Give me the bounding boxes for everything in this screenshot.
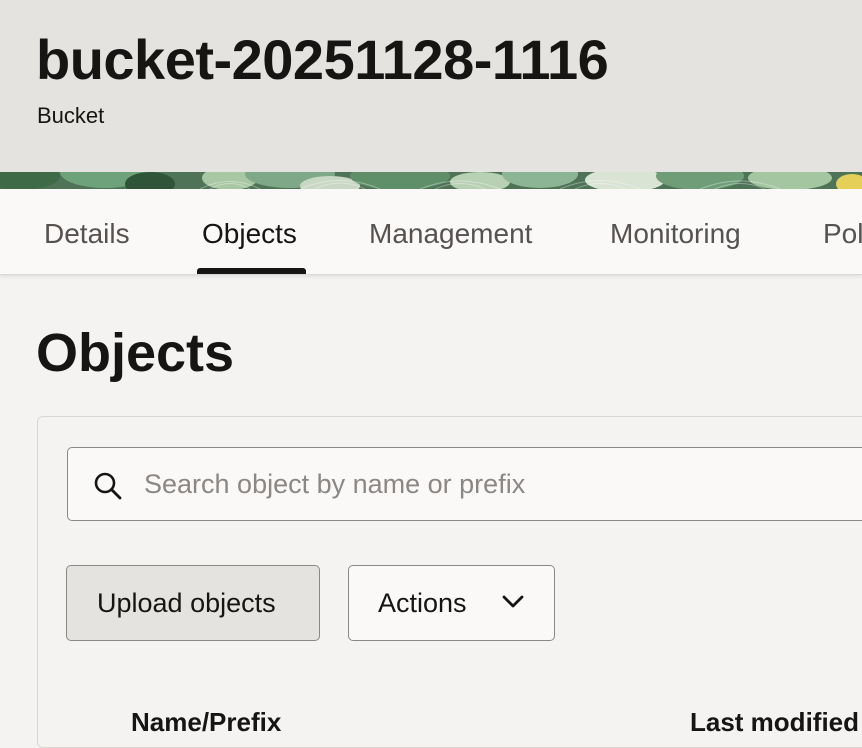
decorative-banner — [0, 172, 862, 189]
chevron-down-icon — [502, 595, 524, 608]
bucket-type-label: Bucket — [37, 103, 105, 128]
tab-monitoring[interactable]: Monitoring — [610, 217, 741, 251]
upload-objects-label: Upload objects — [97, 588, 276, 618]
actions-label: Actions — [378, 588, 467, 618]
search-box[interactable] — [67, 447, 862, 521]
page-title: Objects — [36, 323, 235, 383]
page-header: bucket-20251128-1116 Bucket — [0, 0, 862, 172]
search-icon — [94, 472, 122, 500]
bucket-title: bucket-20251128-1116 — [36, 28, 609, 91]
search-input[interactable] — [144, 448, 844, 520]
active-tab-indicator — [197, 268, 306, 274]
tab-objects[interactable]: Objects — [202, 217, 297, 251]
tab-management[interactable]: Management — [369, 217, 532, 251]
column-header-name[interactable]: Name/Prefix — [131, 706, 281, 738]
tab-bar: Details Objects Management Monitoring Po… — [0, 189, 862, 275]
tab-policies[interactable]: Pol — [823, 217, 862, 251]
tab-details[interactable]: Details — [44, 217, 130, 251]
upload-objects-button[interactable]: Upload objects — [66, 565, 320, 641]
actions-menu-button[interactable]: Actions — [348, 565, 555, 641]
column-header-last-modified[interactable]: Last modified — [690, 706, 859, 738]
